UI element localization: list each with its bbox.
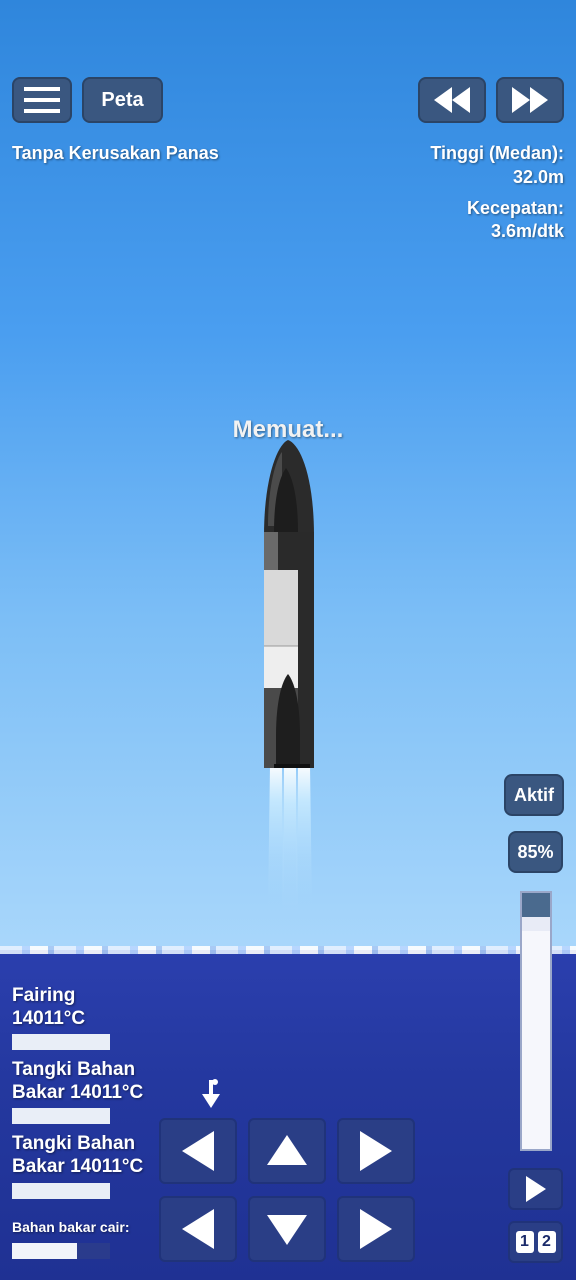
arrow-right-icon xyxy=(360,1209,392,1249)
play-icon xyxy=(525,1176,546,1202)
stage-activate-button[interactable] xyxy=(508,1168,563,1210)
part-2-heat-bar xyxy=(12,1108,110,1124)
stage-two-button[interactable]: 2 xyxy=(537,1231,556,1253)
arrow-up-icon xyxy=(267,1135,307,1165)
heat-damage-mode: Tanpa Kerusakan Panas xyxy=(12,143,219,163)
throttle-percent-label: 85% xyxy=(517,841,554,862)
rotate-left-button[interactable] xyxy=(159,1118,237,1184)
rocket xyxy=(264,440,314,916)
move-right-button[interactable] xyxy=(337,1196,415,1262)
move-down-button[interactable] xyxy=(248,1196,326,1262)
throttle-fill xyxy=(522,931,550,1149)
part-1-temperature: 14011°C xyxy=(12,1008,86,1029)
arrow-left-icon xyxy=(182,1131,214,1171)
throttle-handle[interactable] xyxy=(522,893,550,917)
altitude-label: Tinggi (Medan): xyxy=(430,143,564,163)
fuel-label: Bahan bakar cair: xyxy=(12,1219,130,1235)
throttle-percent-badge: 85% xyxy=(508,831,563,873)
part-3-heat-bar xyxy=(12,1183,110,1199)
fast-forward-icon xyxy=(512,87,548,113)
arrow-left-icon xyxy=(182,1209,214,1249)
rewind-icon xyxy=(434,87,470,113)
map-button-label: Peta xyxy=(101,88,144,111)
throttle-active-label: Aktif xyxy=(514,784,554,805)
stage-selector[interactable]: 1 2 xyxy=(508,1221,563,1263)
altitude-value: 32.0m xyxy=(512,167,564,187)
fast-forward-button[interactable] xyxy=(496,77,564,123)
part-1-name: Fairing 14011°C xyxy=(12,984,85,1030)
move-up-button[interactable] xyxy=(248,1118,326,1184)
map-button[interactable]: Peta xyxy=(82,77,163,123)
arrow-right-icon xyxy=(360,1131,392,1171)
velocity-label: Kecepatan: xyxy=(466,198,564,218)
engine-exhaust xyxy=(268,766,312,916)
menu-button[interactable] xyxy=(12,77,72,123)
part-1-name-text: Fairing xyxy=(12,985,76,1006)
stage-one-button[interactable]: 1 xyxy=(515,1231,534,1253)
rotate-right-button[interactable] xyxy=(337,1118,415,1184)
rewind-button[interactable] xyxy=(418,77,486,123)
part-3-name: Tangki Bahan Bakar 14011°C xyxy=(12,1133,144,1177)
part-1-heat-bar xyxy=(12,1034,110,1050)
throttle-active-button[interactable]: Aktif xyxy=(504,774,564,816)
fuel-bar xyxy=(12,1243,110,1259)
arrow-down-icon xyxy=(267,1215,307,1245)
part-2-name: Tangki Bahan Bakar 14011°C xyxy=(12,1059,144,1103)
sea-surface xyxy=(0,946,576,954)
loading-message: Memuat... xyxy=(232,416,344,443)
cursor-down-icon xyxy=(202,1079,220,1108)
hamburger-icon xyxy=(24,87,60,113)
move-left-button[interactable] xyxy=(159,1196,237,1262)
fuel-bar-fill xyxy=(12,1243,77,1259)
throttle-slider[interactable] xyxy=(520,891,552,1151)
velocity-value: 3.6m/dtk xyxy=(490,221,564,241)
